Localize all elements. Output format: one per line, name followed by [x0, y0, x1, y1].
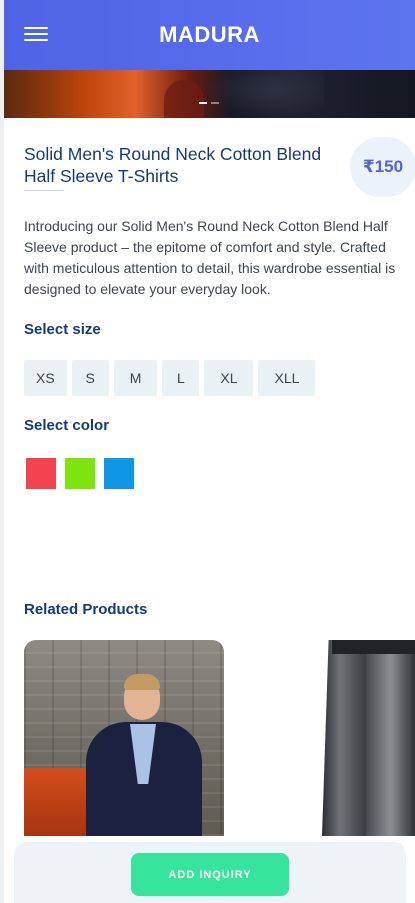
size-options: XS S M L XL XLL	[24, 360, 316, 396]
color-swatch-red[interactable]	[26, 458, 56, 489]
brand-title: MADURA	[159, 22, 260, 47]
color-options	[26, 458, 134, 489]
jeans-left-leg-image	[322, 640, 366, 836]
model-hair-image	[124, 674, 160, 690]
product-title: Solid Men's Round Neck Cotton Blend Half…	[24, 144, 322, 186]
product-description: Introducing our Solid Men's Round Neck C…	[24, 218, 396, 297]
size-option-s[interactable]: S	[71, 360, 109, 396]
app-header: MADURA	[4, 0, 415, 70]
size-option-l[interactable]: L	[162, 360, 200, 396]
hamburger-menu-icon[interactable]	[24, 26, 48, 42]
select-color-heading: Select color	[24, 417, 110, 434]
size-option-xs[interactable]: XS	[24, 360, 67, 396]
select-size-heading: Select size	[24, 321, 101, 338]
carousel-dot[interactable]	[211, 102, 219, 104]
color-swatch-green[interactable]	[65, 458, 95, 489]
left-edge-rule	[0, 0, 4, 903]
carousel-dots	[199, 102, 219, 104]
carousel-dot[interactable]	[199, 102, 207, 104]
related-product-card[interactable]	[24, 640, 224, 836]
jeans-waistband-image	[332, 640, 415, 654]
related-products-carousel[interactable]	[24, 640, 415, 836]
color-swatch-blue[interactable]	[104, 458, 134, 489]
jeans-right-leg-image	[366, 640, 415, 836]
hero-image-detail	[204, 70, 324, 118]
size-option-m[interactable]: M	[113, 360, 158, 396]
product-image-carousel[interactable]	[4, 70, 415, 118]
add-inquiry-button[interactable]: ADD INQUIRY	[131, 853, 289, 896]
size-option-xll[interactable]: XLL	[258, 360, 316, 396]
related-product-card[interactable]	[272, 640, 415, 836]
bottom-action-bar: ADD INQUIRY	[14, 842, 406, 903]
price-badge: ₹150	[350, 137, 415, 197]
title-divider	[24, 190, 64, 191]
size-option-xl[interactable]: XL	[204, 360, 254, 396]
related-products-heading: Related Products	[24, 601, 148, 618]
hero-image-detail	[164, 80, 204, 118]
